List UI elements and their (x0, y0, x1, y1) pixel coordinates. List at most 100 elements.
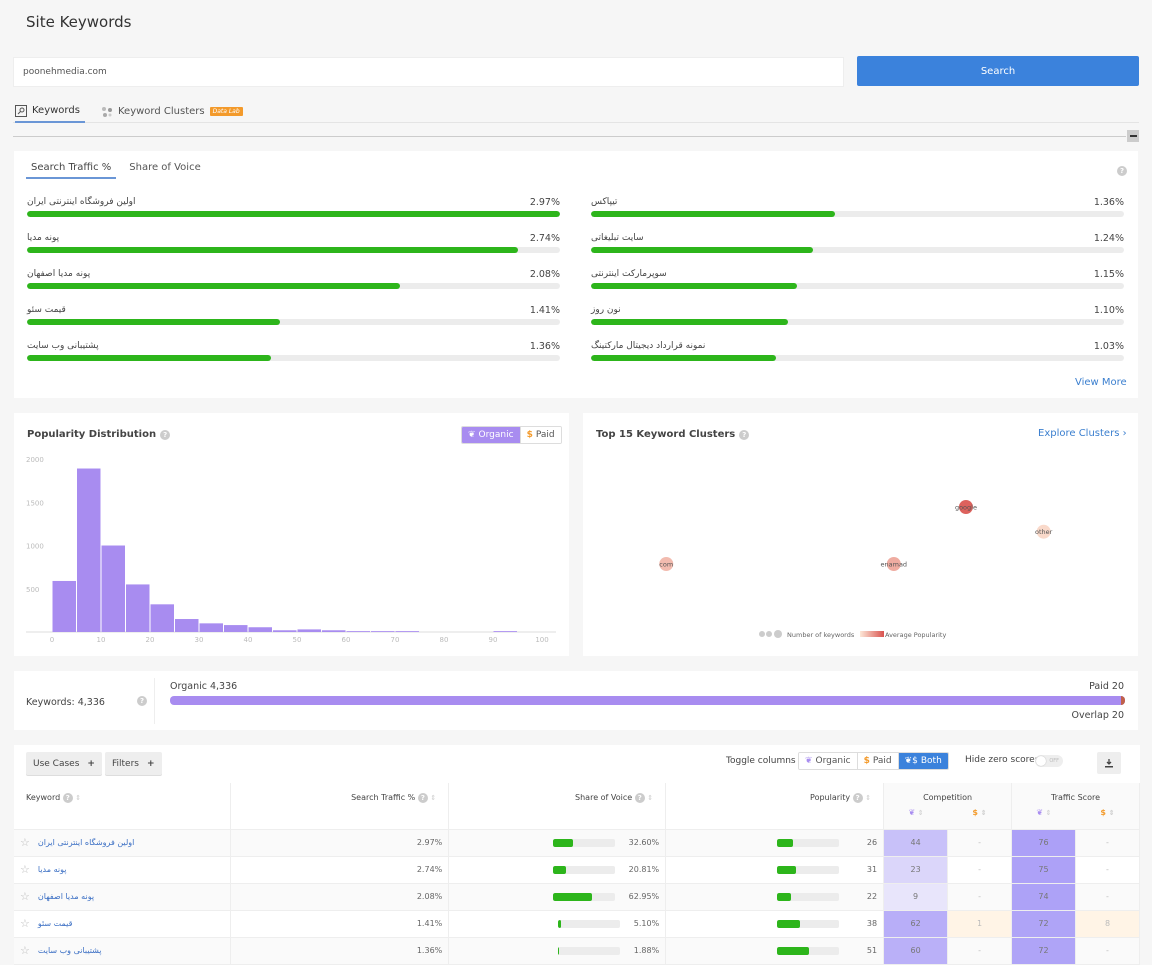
traffic-row: پونه مدیا 2.74% (27, 233, 560, 263)
star-icon[interactable]: ☆ (20, 836, 30, 849)
subtab-share-of-voice[interactable]: Share of Voice (124, 162, 205, 179)
plus-icon: + (87, 758, 95, 769)
traffic-keyword[interactable]: قیمت سئو (27, 305, 66, 315)
toggle-paid[interactable]: $ Paid (857, 753, 899, 769)
sort-icon: ⇕ (75, 794, 82, 802)
col-competition-label: Competition (923, 793, 973, 802)
traffic-value: 1.03% (1093, 341, 1124, 352)
competition-paid-sort[interactable]: $ ⇕ (972, 808, 986, 817)
competition-organic-cell: 9 (883, 883, 949, 911)
main-tabs: Keywords Keyword Clusters Data Lab (13, 100, 1139, 123)
keyword-link[interactable]: قیمت سئو (38, 919, 73, 928)
histogram-bar (175, 619, 199, 632)
traffic-keyword[interactable]: سایت تبلیغاتی (591, 233, 644, 243)
keyword-search-icon (15, 104, 27, 117)
histogram-bar (493, 631, 517, 632)
use-cases-button[interactable]: Use Cases + (26, 752, 102, 775)
explore-clusters-label: Explore Clusters (1038, 428, 1120, 439)
star-icon[interactable]: ☆ (20, 863, 30, 876)
explore-clusters-link[interactable]: Explore Clusters › (1038, 428, 1127, 439)
popularity-bar (776, 946, 839, 955)
sort-icon: ⇕ (430, 794, 437, 802)
popularity-type-toggle: ❦ Organic $ Paid (461, 426, 562, 444)
toggle-organic[interactable]: ❦ Organic (799, 753, 858, 769)
traffic-paid-sort[interactable]: $ ⇕ (1100, 808, 1114, 817)
search-traffic-cell: 2.97% (230, 829, 450, 857)
use-cases-label: Use Cases (33, 758, 80, 769)
tab-keyword-clusters[interactable]: Keyword Clusters Data Lab (101, 100, 243, 123)
plus-icon: + (146, 758, 155, 769)
help-icon[interactable]: ? (137, 696, 147, 706)
toggle-both[interactable]: ❦$ Both (898, 753, 948, 769)
traffic-score-paid-cell: - (1075, 829, 1140, 857)
keyword-cell: ☆ پونه مدیا (14, 856, 232, 884)
traffic-bar-fill (27, 247, 519, 253)
traffic-bar (591, 319, 1124, 325)
data-lab-badge: Data Lab (209, 107, 243, 116)
competition-organic-cell: 44 (883, 829, 949, 857)
page-title: Site Keywords (26, 13, 132, 31)
traffic-keyword[interactable]: پشتیبانی وب سایت (27, 341, 99, 351)
keyword-link[interactable]: اولین فروشگاه اینترنتی ایران (38, 838, 134, 847)
search-traffic-cell: 1.36% (230, 937, 450, 965)
collapse-button[interactable] (1127, 130, 1139, 142)
traffic-bar-fill (591, 211, 836, 217)
help-icon[interactable]: ? (160, 429, 171, 440)
traffic-keyword[interactable]: پونه مدیا (27, 233, 59, 243)
popularity-title: Popularity Distribution ? (27, 429, 171, 440)
help-icon: ? (62, 793, 73, 803)
popularity-value: 22 (866, 892, 878, 901)
hide-zero-toggle[interactable]: OFF (1035, 755, 1063, 767)
keyword-link[interactable]: پونه مدیا اصفهان (38, 892, 94, 901)
view-more-link[interactable]: View More (1075, 377, 1127, 388)
competition-organic-cell: 23 (883, 856, 949, 884)
traffic-keyword[interactable]: تیپاکس (591, 197, 617, 207)
organic-toggle[interactable]: ❦ Organic (462, 427, 521, 443)
col-search-traffic[interactable]: Search Traffic % ? ⇕ (230, 783, 450, 830)
keyword-cell: ☆ اولین فروشگاه اینترنتی ایران (14, 829, 232, 857)
download-button[interactable] (1097, 752, 1121, 774)
help-icon[interactable]: ? (1117, 166, 1127, 176)
traffic-score-paid-cell: - (1075, 883, 1140, 911)
x-tick-label: 50 (293, 636, 302, 644)
sov-value: 20.81% (628, 865, 660, 874)
competition-organic-sort[interactable]: ❦ ⇕ (908, 808, 923, 817)
paid-segment (1121, 696, 1125, 705)
search-traffic-cell: 2.08% (230, 883, 450, 911)
traffic-value: 2.74% (529, 233, 560, 244)
star-icon[interactable]: ☆ (20, 917, 30, 930)
filters-button[interactable]: Filters + (105, 752, 162, 775)
x-tick-label: 30 (195, 636, 204, 644)
subtab-search-traffic[interactable]: Search Traffic % (26, 162, 117, 179)
traffic-keyword[interactable]: نون روز (591, 305, 621, 315)
domain-search-input[interactable] (13, 57, 844, 87)
legend-color-label: Average Popularity (885, 631, 946, 639)
traffic-bar-fill (591, 247, 814, 253)
col-popularity[interactable]: Popularity ? ⇕ (665, 783, 885, 830)
traffic-keyword[interactable]: سوپرمارکت اینترنتی (591, 269, 667, 279)
organic-paid-bar (170, 696, 1125, 705)
traffic-keyword[interactable]: نمونه قرارداد دیجیتال مارکتینگ (591, 341, 705, 351)
keyword-link[interactable]: پونه مدیا (38, 865, 67, 874)
traffic-organic-sort[interactable]: ❦ ⇕ (1036, 808, 1051, 817)
search-button[interactable]: Search (857, 56, 1139, 86)
traffic-keyword[interactable]: پونه مدیا اصفهان (27, 269, 90, 279)
cluster-label: enamad (881, 561, 908, 569)
table-row: ☆ اولین فروشگاه اینترنتی ایران 2.97% 32.6… (14, 829, 1140, 857)
keywords-table: Keyword ? ⇕ Search Traffic % ? ⇕ Share o… (14, 783, 1140, 965)
star-icon[interactable]: ☆ (20, 944, 30, 957)
keyword-link[interactable]: پشتیبانی وب سایت (38, 946, 102, 955)
dollar-icon: $ (863, 756, 870, 766)
star-icon[interactable]: ☆ (20, 890, 30, 903)
histogram-bar (52, 580, 76, 632)
col-keyword[interactable]: Keyword ? ⇕ (14, 783, 232, 830)
toggle-both-label: Both (920, 756, 942, 766)
help-icon[interactable]: ? (739, 429, 750, 440)
tab-keywords[interactable]: Keywords (15, 100, 85, 123)
sov-cell: 62.95% (448, 883, 667, 911)
paid-toggle[interactable]: $ Paid (520, 427, 561, 443)
col-share-of-voice[interactable]: Share of Voice ? ⇕ (448, 783, 667, 830)
traffic-score-organic-cell: 76 (1011, 829, 1076, 857)
sort-icon: ⇕ (865, 794, 872, 802)
traffic-keyword[interactable]: اولین فروشگاه اینترنتی ایران (27, 197, 136, 207)
